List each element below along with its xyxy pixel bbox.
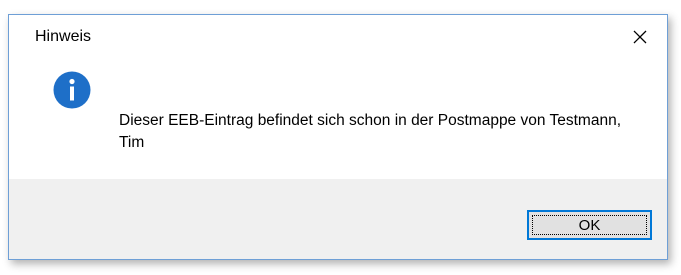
title-bar[interactable]: Hinweis (9, 15, 667, 59)
ok-button-label: OK (578, 216, 601, 234)
close-button[interactable] (619, 17, 661, 57)
close-icon (633, 30, 647, 44)
message-dialog: Hinweis Dieser EEB-Eintrag befindet sich… (8, 14, 668, 260)
ok-button[interactable]: OK (527, 210, 652, 240)
info-icon (53, 71, 91, 109)
dialog-title: Hinweis (35, 28, 92, 45)
screen: Hinweis Dieser EEB-Eintrag befindet sich… (0, 0, 681, 275)
message-text: Dieser EEB-Eintrag befindet sich schon i… (119, 112, 622, 151)
